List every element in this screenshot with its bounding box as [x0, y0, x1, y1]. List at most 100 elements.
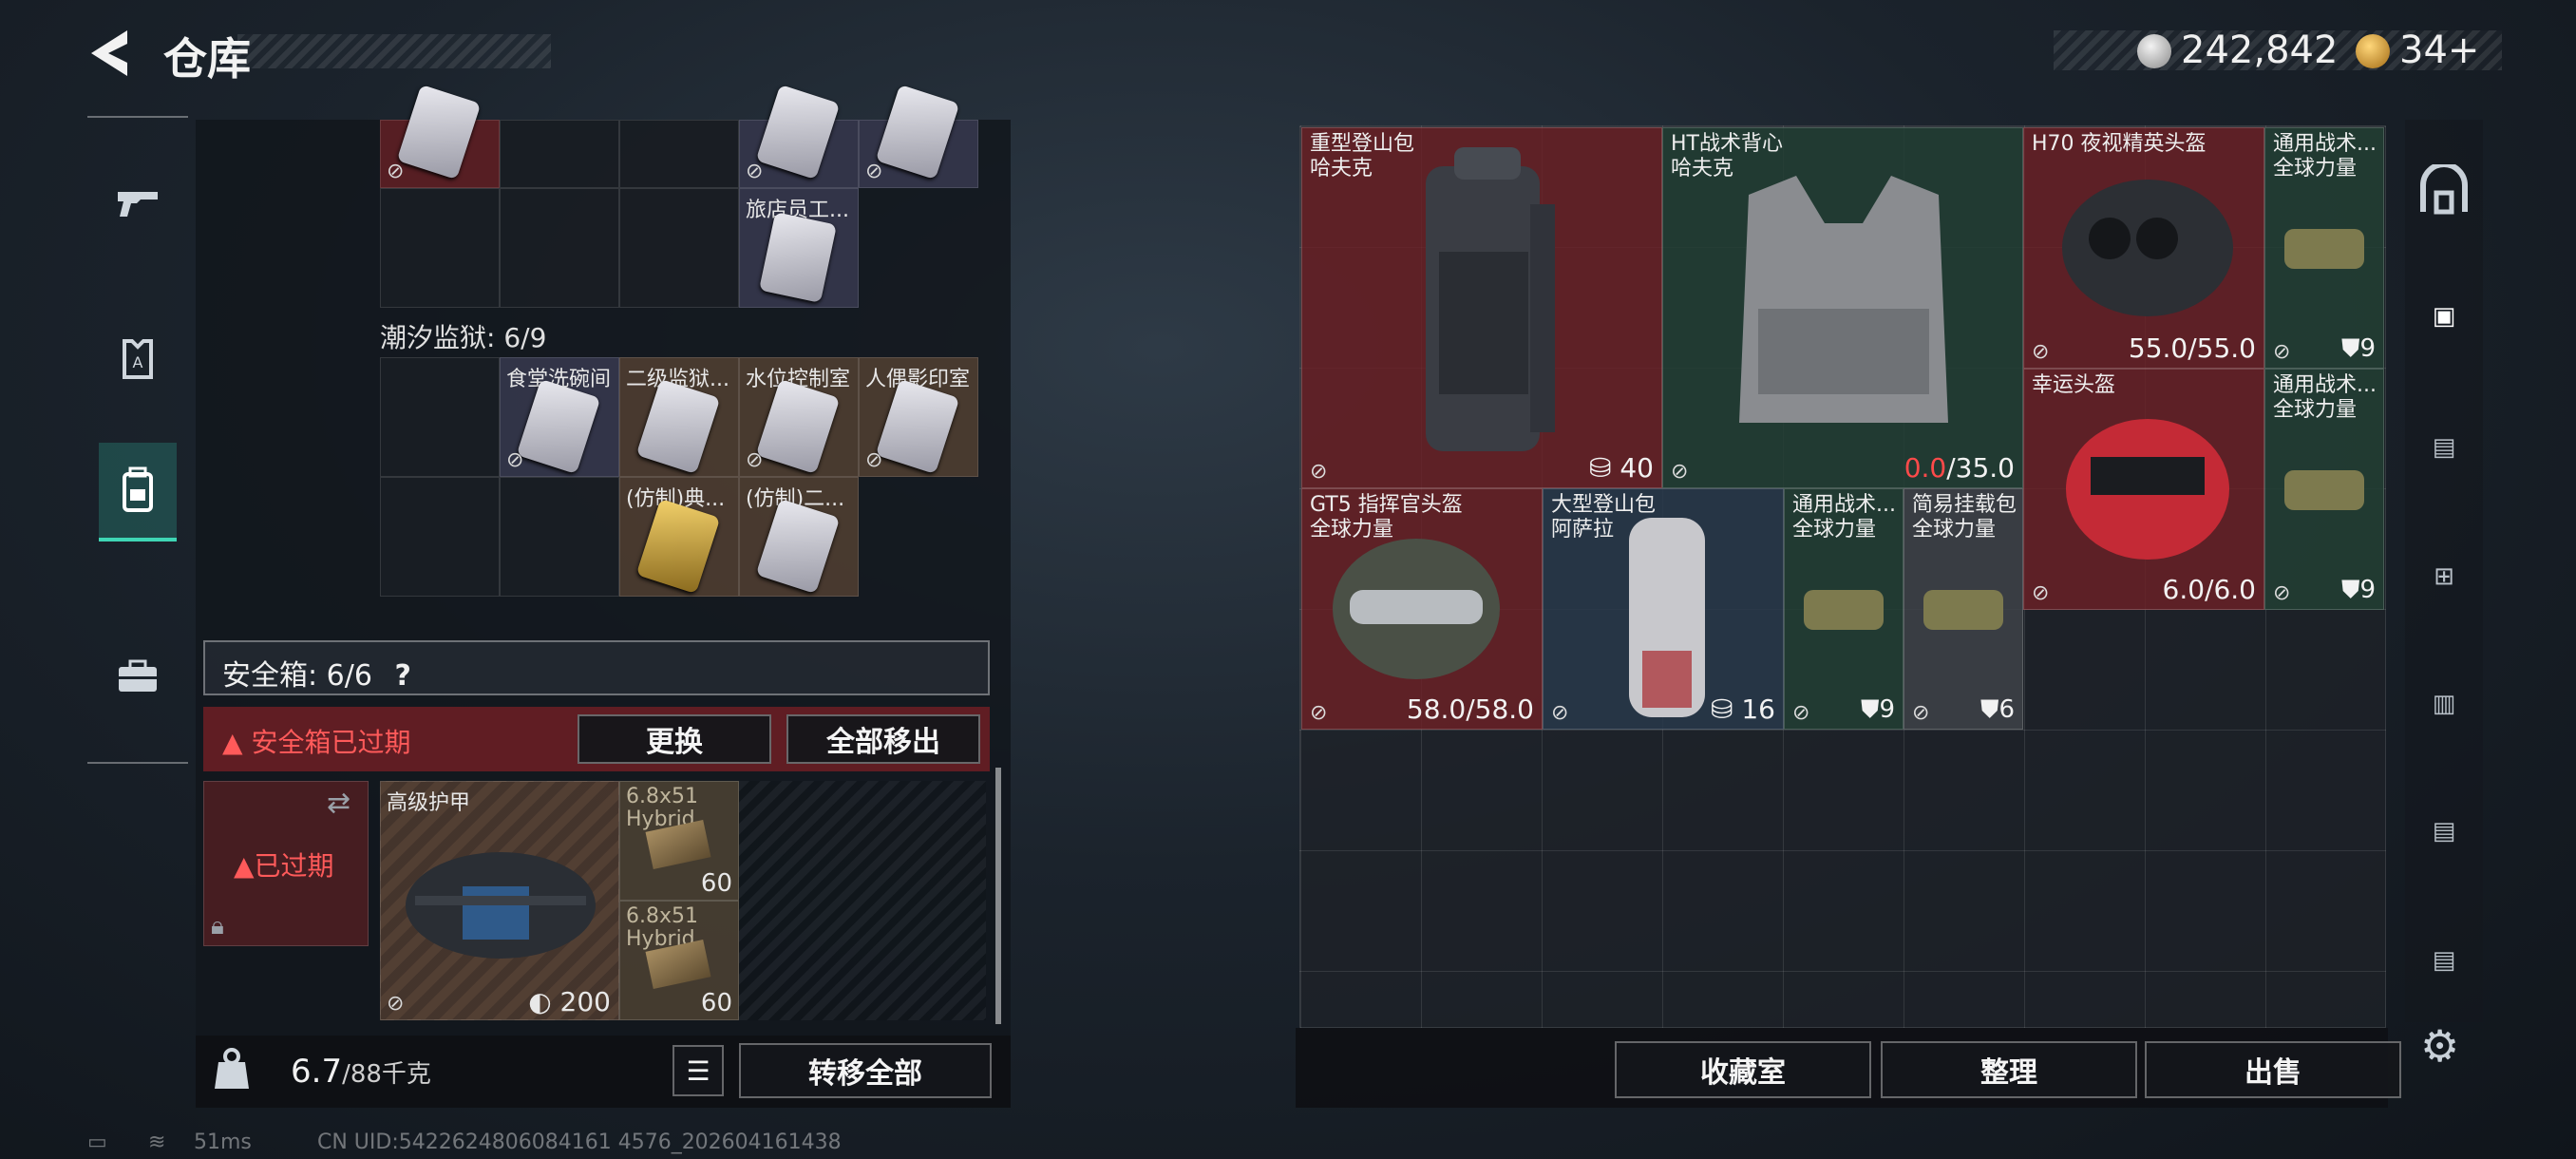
expired-warning: ▲ 安全箱已过期 [222, 727, 411, 758]
help-icon[interactable]: ? [394, 659, 410, 693]
tab-stash-4[interactable]: ▣ [2413, 283, 2475, 350]
section-title: 潮汐监狱: 6/9 [380, 322, 547, 353]
stash-item-lucky-helmet[interactable]: 幸运头盔 ⊘ 6.0/6.0 [2023, 369, 2264, 610]
empty-slot[interactable] [380, 357, 500, 477]
tab-stash-add[interactable]: ⊞ [2413, 543, 2475, 610]
tab-stash-5[interactable]: ▤ [2413, 414, 2475, 481]
keycard-slot[interactable]: ⊘ [380, 84, 500, 188]
backpack-icon [123, 466, 153, 512]
sort-button[interactable]: 整理 [1881, 1041, 2137, 1098]
keycard-slot[interactable]: (仿制)二... [739, 477, 859, 597]
move-all-out-button[interactable]: 全部移出 [786, 714, 980, 764]
safebox-header: 安全箱: 6/6 ? [203, 640, 990, 695]
stash-item-tactical-pouch[interactable]: 通用战术... 全球力量 ⊘ ⛊9 [1784, 488, 1904, 730]
vest-icon [1739, 176, 1948, 423]
stash-item-tactical-vest[interactable]: HT战术背心 哈夫克 ⊘ 0.0/35.0 [1662, 127, 2023, 488]
keycard-slot[interactable]: 人偶影印室 ⊘ [859, 357, 978, 477]
empty-slot[interactable] [500, 188, 619, 308]
item-name: 简易挂载包 全球力量 [1912, 493, 2017, 542]
stash-page-icon: ▥ [2432, 690, 2456, 718]
tab-stash-6[interactable]: ▥ [2413, 671, 2475, 737]
armor-bag-icon [406, 852, 596, 959]
capacity-value: ⛊9 [2340, 334, 2376, 363]
gold-currency-value[interactable]: 34+ [2399, 28, 2479, 72]
empty-slot[interactable] [500, 477, 619, 597]
empty-slot[interactable] [380, 477, 500, 597]
settings-gear-icon[interactable]: ⚙ [2420, 1020, 2459, 1072]
stash-item-heavy-backpack[interactable]: 重型登山包 哈夫克 ⊘ ⛁ 40 [1301, 127, 1662, 488]
shield-icon: ◐ [528, 986, 560, 1017]
empty-slot[interactable] [619, 120, 739, 188]
empty-slot[interactable] [380, 188, 500, 308]
tab-weapons[interactable] [99, 154, 177, 253]
stash-item-large-backpack[interactable]: 大型登山包 阿萨拉 ⊘ ⛁ 16 [1543, 488, 1784, 730]
stash-item-simple-rig[interactable]: 简易挂载包 全球力量 ⊘ ⛊6 [1904, 488, 2023, 730]
keycard-icon [635, 378, 721, 475]
stash-home-icon [2420, 164, 2468, 215]
keycard-slot[interactable]: 水位控制室 ⊘ [739, 357, 859, 477]
stash-page-icon: ▤ [2432, 433, 2456, 462]
ammo-item[interactable]: 6.8x51 Hybrid 60 [619, 781, 739, 901]
ammo-item[interactable]: 6.8x51 Hybrid 60 [619, 901, 739, 1020]
keycard-slot[interactable]: ⊘ [859, 84, 978, 188]
tab-stash-7[interactable]: ▤ [2413, 798, 2475, 864]
scrollbar[interactable] [995, 768, 1001, 1024]
tab-equipment[interactable]: A [99, 310, 177, 408]
weight-display: 6.7/88千克 [291, 1053, 431, 1091]
keycard-icon [755, 84, 841, 180]
keycard-icon [875, 84, 960, 180]
stash-item-h70-helmet[interactable]: H70 夜视精英头盔 ⊘ 55.0/55.0 [2023, 127, 2264, 369]
capacity-value: ⛊6 [1979, 695, 2015, 724]
capacity-value: ⛊9 [2340, 576, 2376, 604]
vest-mini-icon: ⛊ [2340, 576, 2360, 604]
helmet-icon [2062, 180, 2233, 316]
vest-mini-icon: ⛊ [1860, 695, 1880, 724]
keycard-slot[interactable]: (仿制)典... [619, 477, 739, 597]
collection-room-button[interactable]: 收藏室 [1615, 1041, 1871, 1098]
unavailable-area [739, 781, 986, 1020]
back-button[interactable] [85, 27, 142, 80]
durability-value: 55.0/55.0 [2128, 332, 2256, 364]
empty-slot[interactable] [619, 188, 739, 308]
no-bind-icon: ⊘ [2273, 581, 2291, 605]
tab-stash-home[interactable] [2413, 158, 2475, 224]
list-view-button[interactable]: ☰ [672, 1045, 724, 1096]
wifi-icon: ≋ [148, 1130, 166, 1154]
capacity-value: ⛊9 [1860, 695, 1895, 724]
briefcase-icon [119, 659, 157, 692]
weight-icon [211, 1045, 253, 1092]
item-name: 通用战术... 全球力量 [2273, 373, 2377, 422]
keycard-icon [758, 212, 838, 303]
no-bind-icon: ⊘ [2273, 340, 2291, 364]
armor-item[interactable]: 高级护甲 ⊘ ◐ 200 [380, 781, 619, 1020]
no-bind-icon: ⊘ [746, 448, 764, 472]
no-bind-icon: ⊘ [1792, 701, 1810, 725]
replace-button[interactable]: 更换 [578, 714, 771, 764]
transfer-all-button[interactable]: 转移全部 [739, 1043, 992, 1098]
tab-stash-8[interactable]: ▤ [2413, 927, 2475, 994]
item-name: 通用战术... 全球力量 [2273, 132, 2377, 180]
keycard-slot[interactable]: 旅店员工... [739, 188, 859, 308]
backpack-icon [1629, 518, 1705, 717]
durability-value: 6.0/6.0 [2162, 574, 2257, 605]
empty-slot[interactable] [500, 120, 619, 188]
keycard-slot[interactable]: 二级监狱... [619, 357, 739, 477]
swap-icon[interactable]: ⇄ [327, 787, 350, 820]
armor-label: 高级护甲 [387, 791, 471, 815]
stash-item-gt5-helmet[interactable]: GT5 指挥官头盔 全球力量 ⊘ 58.0/58.0 [1301, 488, 1543, 730]
vest-mini-icon: ⛊ [2340, 334, 2360, 363]
tab-backpack[interactable] [99, 443, 177, 542]
pouch-icon [1923, 590, 2003, 630]
stash-item-tactical-pouch[interactable]: 通用战术... 全球力量 ⊘ ⛊9 [2264, 127, 2384, 369]
stash-item-tactical-pouch[interactable]: 通用战术... 全球力量 ⊘ ⛊9 [2264, 369, 2384, 610]
keycard-slot[interactable]: ⊘ [739, 84, 859, 188]
capacity-icon: ⛁ [1588, 452, 1620, 484]
battery-icon: ▭ [87, 1130, 107, 1154]
item-name: H70 夜视精英头盔 [2032, 132, 2207, 156]
tab-case[interactable] [99, 627, 177, 726]
expired-stamp: ▲已过期 [234, 850, 334, 882]
keycard-slot[interactable]: 食堂洗碗间 ⊘ [500, 357, 619, 477]
helmet-icon [2066, 419, 2229, 560]
sell-button[interactable]: 出售 [2145, 1041, 2401, 1098]
no-bind-icon: ⊘ [746, 160, 764, 183]
